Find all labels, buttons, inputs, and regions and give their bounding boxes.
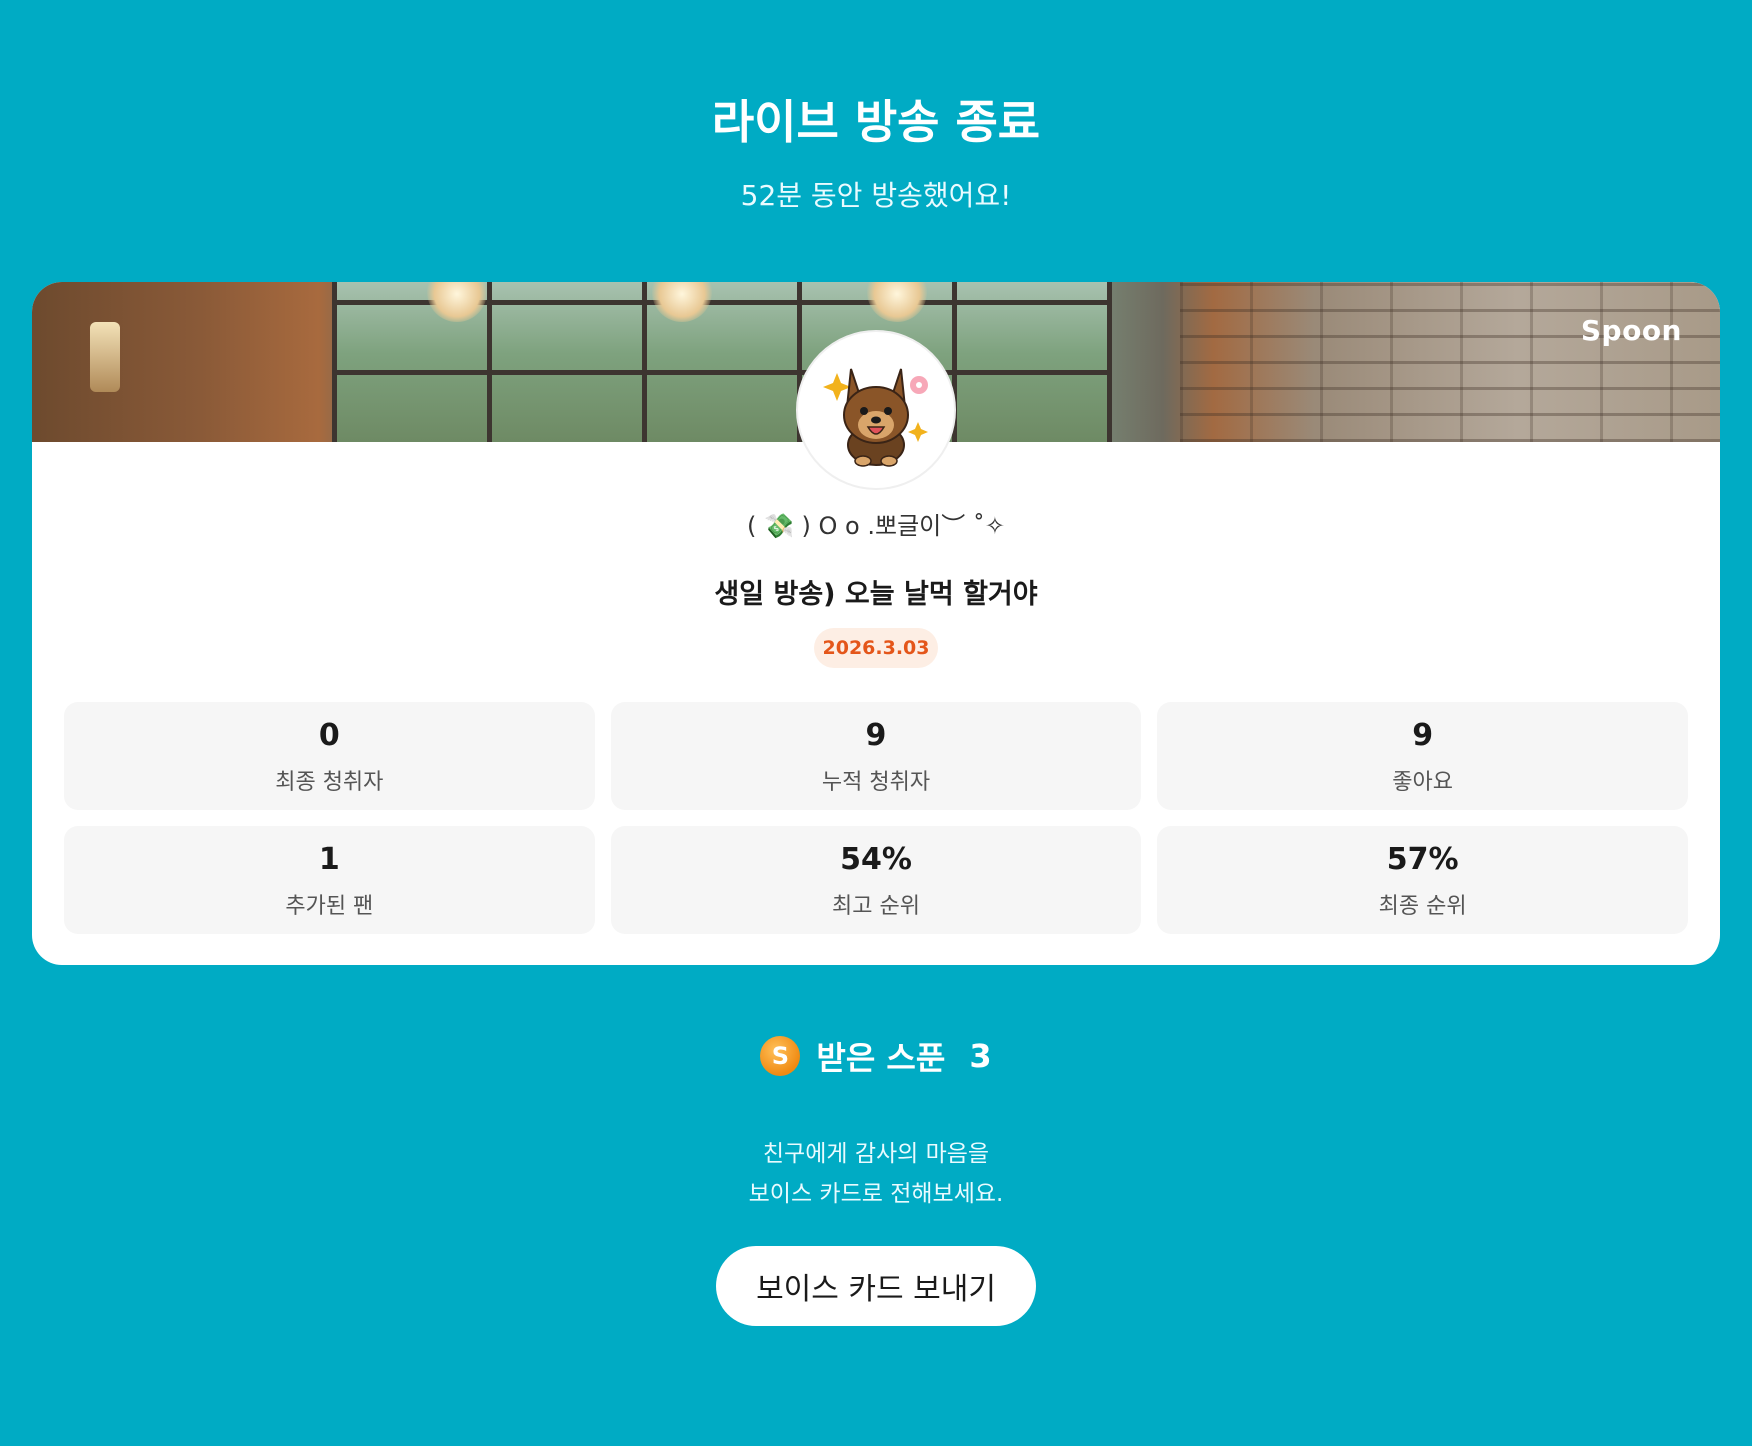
banner-frame — [642, 282, 647, 442]
stat-value: 9 — [865, 718, 887, 753]
received-spoons: S 받은 스푼 3 — [0, 1033, 1752, 1079]
stat-label: 최고 순위 — [832, 894, 920, 919]
puppy-avatar-icon — [823, 368, 928, 467]
stat-value: 1 — [318, 842, 340, 877]
stat-value: 57% — [1386, 842, 1459, 877]
banner-frame — [332, 282, 337, 442]
stat-new-fans: 1 추가된 팬 — [64, 826, 595, 934]
banner-frame — [332, 370, 1112, 375]
send-voice-card-button[interactable]: 보이스 카드 보내기 — [716, 1246, 1036, 1326]
banner-frame — [1107, 282, 1112, 442]
broadcast-summary-card: Spoon ( 💸 ) O o .뽀글이︶ ˚✧ 생일 방송) 오늘 날먹 할거… — [32, 282, 1720, 965]
thanks-line: 친구에게 감사의 마음을 — [762, 1141, 990, 1167]
live-end-page: 라이브 방송 종료 52분 동안 방송했어요! Spoon (💸) O o … — [0, 0, 1752, 1446]
stat-label: 최종 순위 — [1378, 894, 1467, 919]
wall-sconce — [90, 322, 120, 392]
spoon-coin-icon: S — [760, 1036, 801, 1076]
avatar[interactable] — [796, 330, 956, 490]
stat-label: 최종 청취자 — [275, 770, 384, 795]
live-title: 생일 방송) 오늘 날먹 할거야 — [714, 579, 1038, 610]
thanks-line: 보이스 카드로 전해보세요. — [748, 1181, 1004, 1207]
stat-value: 54% — [840, 842, 912, 877]
date-badge: 2026.3.03 — [814, 628, 938, 668]
dj-nickname: ( 💸 ) O o .뽀글이︶ ˚✧ — [747, 512, 1005, 540]
stat-value: 9 — [1412, 718, 1434, 753]
received-spoons-count: 3 — [969, 1037, 992, 1075]
stat-label: 좋아요 — [1392, 770, 1454, 795]
stat-label: 누적 청취자 — [821, 770, 931, 795]
stat-label: 추가된 팬 — [285, 894, 374, 919]
stat-likes: 9 좋아요 — [1157, 702, 1688, 810]
stat-best-rank: 54% 최고 순위 — [610, 826, 1142, 934]
received-spoons-label: 받은 스푼 — [816, 1039, 946, 1077]
spoon-logo: Spoon — [1580, 314, 1682, 347]
banner-frame — [487, 282, 492, 442]
stat-value: 0 — [318, 718, 340, 753]
stat-final-rank: 57% 최종 순위 — [1157, 826, 1688, 934]
stats-grid: 0 최종 청취자 9 누적 청취자 9 좋아요 1 추가된 팬 54% 최고 순… — [64, 702, 1688, 934]
stat-final-listeners: 0 최종 청취자 — [64, 702, 595, 810]
stat-total-listeners: 9 누적 청취자 — [610, 702, 1142, 810]
thanks-message: 친구에게 감사의 마음을 보이스 카드로 전해보세요. — [0, 1134, 1752, 1214]
brick-wall — [1180, 282, 1720, 442]
broadcast-duration: 52분 동안 방송했어요! — [740, 179, 1012, 212]
page-title: 라이브 방송 종료 — [711, 95, 1041, 149]
